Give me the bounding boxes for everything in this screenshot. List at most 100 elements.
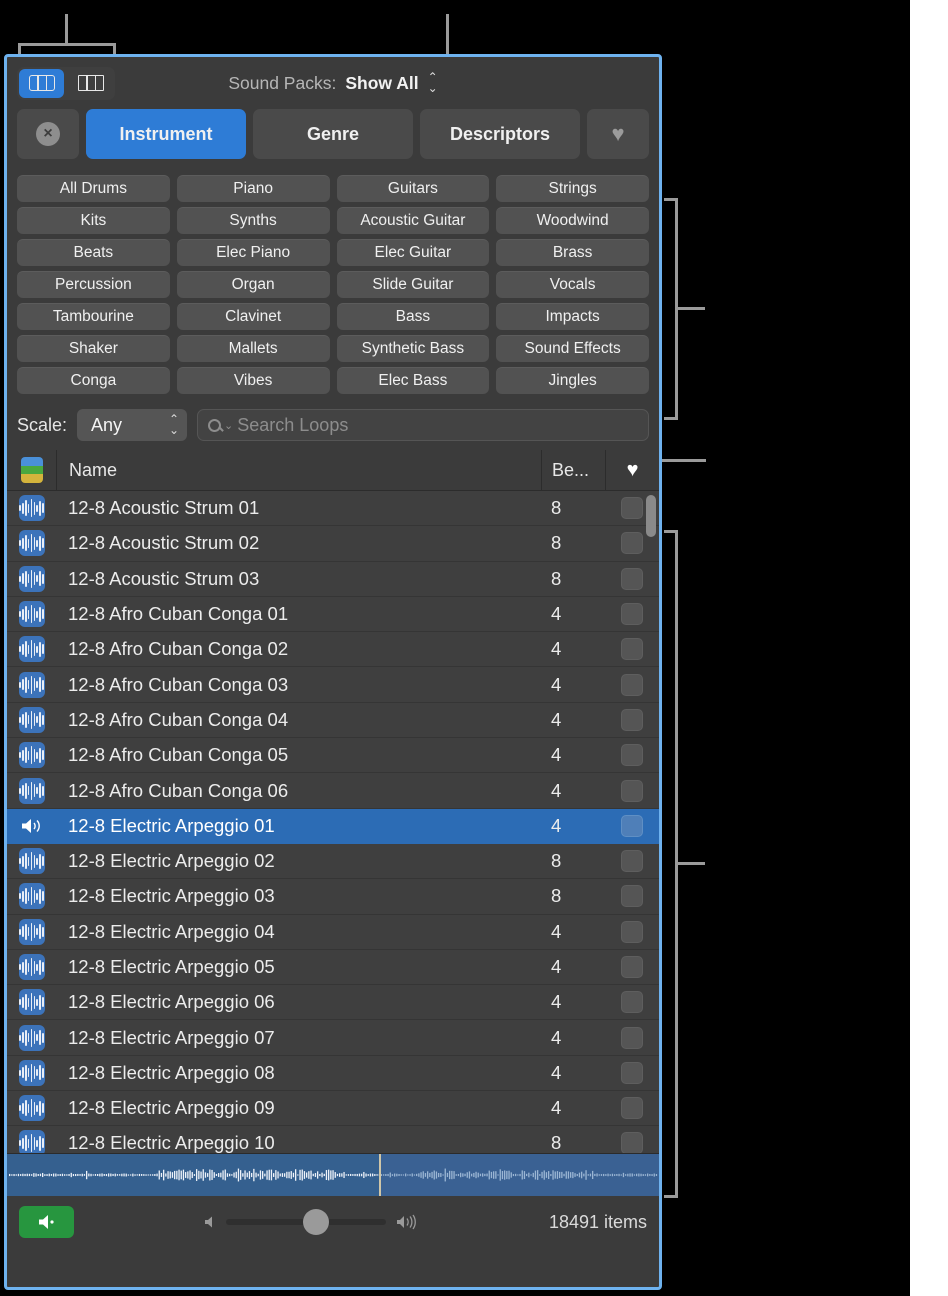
table-row[interactable]: 12-8 Electric Arpeggio 05 4 xyxy=(7,950,659,986)
favorite-checkbox[interactable] xyxy=(621,991,643,1014)
category-button[interactable]: Guitars xyxy=(336,175,490,202)
category-button[interactable]: Vibes xyxy=(176,367,330,394)
table-row[interactable]: 12-8 Acoustic Strum 03 8 xyxy=(7,562,659,597)
table-row[interactable]: 12-8 Electric Arpeggio 03 8 xyxy=(7,879,659,915)
category-button[interactable]: All Drums xyxy=(17,175,170,202)
favorite-checkbox[interactable] xyxy=(621,603,643,626)
sound-packs-value[interactable]: Show All xyxy=(345,73,418,94)
table-row[interactable]: 12-8 Electric Arpeggio 06 4 xyxy=(7,985,659,1021)
callout-view-toggle-bar xyxy=(18,43,116,46)
category-button[interactable]: Brass xyxy=(496,239,649,266)
category-button[interactable]: Impacts xyxy=(496,303,649,330)
loop-name: 12-8 Electric Arpeggio 10 xyxy=(68,1132,275,1153)
category-button[interactable]: Woodwind xyxy=(496,207,649,234)
filter-tab-genre[interactable]: Genre xyxy=(253,109,413,159)
view-mode-toggle-group[interactable] xyxy=(17,66,115,100)
table-row[interactable]: 12-8 Afro Cuban Conga 04 4 xyxy=(7,703,659,739)
favorite-checkbox[interactable] xyxy=(621,850,643,873)
table-row[interactable]: 12-8 Electric Arpeggio 09 4 xyxy=(7,1091,659,1127)
scale-dropdown[interactable]: Any ⌃ ⌄ xyxy=(77,409,188,441)
table-row[interactable]: 12-8 Afro Cuban Conga 06 4 xyxy=(7,773,659,809)
favorite-checkbox[interactable] xyxy=(621,779,643,802)
category-button[interactable]: Elec Bass xyxy=(336,367,490,394)
loop-beats: 8 xyxy=(551,497,562,519)
volume-slider[interactable] xyxy=(226,1209,387,1235)
column-header-name[interactable]: Name xyxy=(56,450,541,490)
table-row[interactable]: 12-8 Electric Arpeggio 04 4 xyxy=(7,915,659,950)
list-scrollbar[interactable] xyxy=(646,495,656,1149)
category-button[interactable]: Shaker xyxy=(17,335,170,362)
category-button[interactable]: Synthetic Bass xyxy=(336,335,490,362)
favorite-checkbox[interactable] xyxy=(621,920,643,943)
category-button[interactable]: Elec Guitar xyxy=(336,239,490,266)
favorite-checkbox[interactable] xyxy=(621,744,643,767)
category-button[interactable]: Acoustic Guitar xyxy=(336,207,490,234)
category-button[interactable]: Synths xyxy=(176,207,330,234)
playhead-indicator[interactable] xyxy=(378,1154,381,1196)
table-row[interactable]: 12-8 Afro Cuban Conga 05 4 xyxy=(7,738,659,774)
sound-packs-stepper-icon[interactable]: ⌃ ⌄ xyxy=(428,71,438,94)
category-button[interactable]: Bass xyxy=(336,303,490,330)
waveform-preview[interactable] xyxy=(7,1153,659,1196)
category-button[interactable]: Sound Effects xyxy=(496,335,649,362)
table-row[interactable]: 12-8 Acoustic Strum 02 8 xyxy=(7,526,659,562)
callout-list-stem xyxy=(675,862,705,865)
chevron-down-icon[interactable]: ⌄ xyxy=(224,419,233,432)
loop-beats: 4 xyxy=(551,603,562,625)
category-button[interactable]: Tambourine xyxy=(17,303,170,330)
favorite-checkbox[interactable] xyxy=(621,673,643,696)
favorite-checkbox[interactable] xyxy=(621,1132,643,1153)
filter-tab-descriptors[interactable]: Descriptors xyxy=(420,109,580,159)
play-preview-button[interactable] xyxy=(19,1206,74,1238)
category-button[interactable]: Elec Piano xyxy=(176,239,330,266)
clear-filters-button[interactable]: × xyxy=(17,109,79,159)
loop-beats: 8 xyxy=(551,567,562,589)
filter-tab-instrument[interactable]: Instrument xyxy=(86,109,246,159)
table-row[interactable]: 12-8 Acoustic Strum 01 8 xyxy=(7,491,659,527)
table-row[interactable]: 12-8 Electric Arpeggio 10 8 xyxy=(7,1126,659,1153)
category-button[interactable]: Vocals xyxy=(496,271,649,298)
toolbar: Sound Packs: Show All ⌃ ⌄ xyxy=(7,57,659,109)
table-row[interactable]: 12-8 Afro Cuban Conga 01 4 xyxy=(7,597,659,633)
favorite-checkbox[interactable] xyxy=(621,956,643,978)
category-button[interactable]: Beats xyxy=(17,239,170,266)
category-button[interactable]: Strings xyxy=(496,175,649,202)
favorite-checkbox[interactable] xyxy=(621,885,643,908)
category-button[interactable]: Mallets xyxy=(176,335,330,362)
search-loops-field[interactable]: ⌄ Search Loops xyxy=(197,409,649,441)
column-header-beats[interactable]: Be... xyxy=(541,450,605,490)
volume-slider-knob[interactable] xyxy=(303,1209,330,1235)
favorite-checkbox[interactable] xyxy=(621,638,643,661)
favorite-checkbox[interactable] xyxy=(621,708,643,731)
category-button[interactable]: Percussion xyxy=(17,271,170,298)
loop-results-list[interactable]: 12-8 Acoustic Strum 01 8 12-8 Acoustic Str… xyxy=(7,491,659,1153)
grid-view-button[interactable] xyxy=(19,68,64,98)
favorite-checkbox[interactable] xyxy=(621,567,643,590)
category-button[interactable]: Conga xyxy=(17,367,170,394)
favorite-checkbox[interactable] xyxy=(621,497,643,520)
table-row[interactable]: 12-8 Afro Cuban Conga 03 4 xyxy=(7,667,659,703)
favorite-checkbox[interactable] xyxy=(621,1097,643,1120)
table-row[interactable]: 12-8 Electric Arpeggio 07 4 xyxy=(7,1020,659,1056)
column-header-icon[interactable] xyxy=(7,457,56,483)
category-button[interactable]: Piano xyxy=(176,175,330,202)
column-header-favorite[interactable]: ♥ xyxy=(605,450,659,490)
column-view-button[interactable] xyxy=(68,69,113,98)
category-button[interactable]: Clavinet xyxy=(176,303,330,330)
table-row[interactable]: 12-8 Electric Arpeggio 01 4 xyxy=(7,808,659,844)
category-button[interactable]: Kits xyxy=(17,207,170,234)
category-button[interactable]: Slide Guitar xyxy=(336,271,490,298)
favorite-checkbox[interactable] xyxy=(621,1061,643,1084)
category-button[interactable]: Organ xyxy=(176,271,330,298)
category-button[interactable]: Jingles xyxy=(496,367,649,394)
favorites-filter-button[interactable]: ♥ xyxy=(587,109,649,159)
favorite-checkbox[interactable] xyxy=(621,814,643,837)
loop-beats: 8 xyxy=(551,850,562,872)
favorite-checkbox[interactable] xyxy=(621,532,643,555)
volume-control[interactable] xyxy=(74,1209,549,1235)
table-row[interactable]: 12-8 Afro Cuban Conga 02 4 xyxy=(7,632,659,668)
table-row[interactable]: 12-8 Electric Arpeggio 02 8 xyxy=(7,844,659,880)
scrollbar-thumb[interactable] xyxy=(646,495,656,537)
favorite-checkbox[interactable] xyxy=(621,1026,643,1049)
table-row[interactable]: 12-8 Electric Arpeggio 08 4 xyxy=(7,1056,659,1092)
